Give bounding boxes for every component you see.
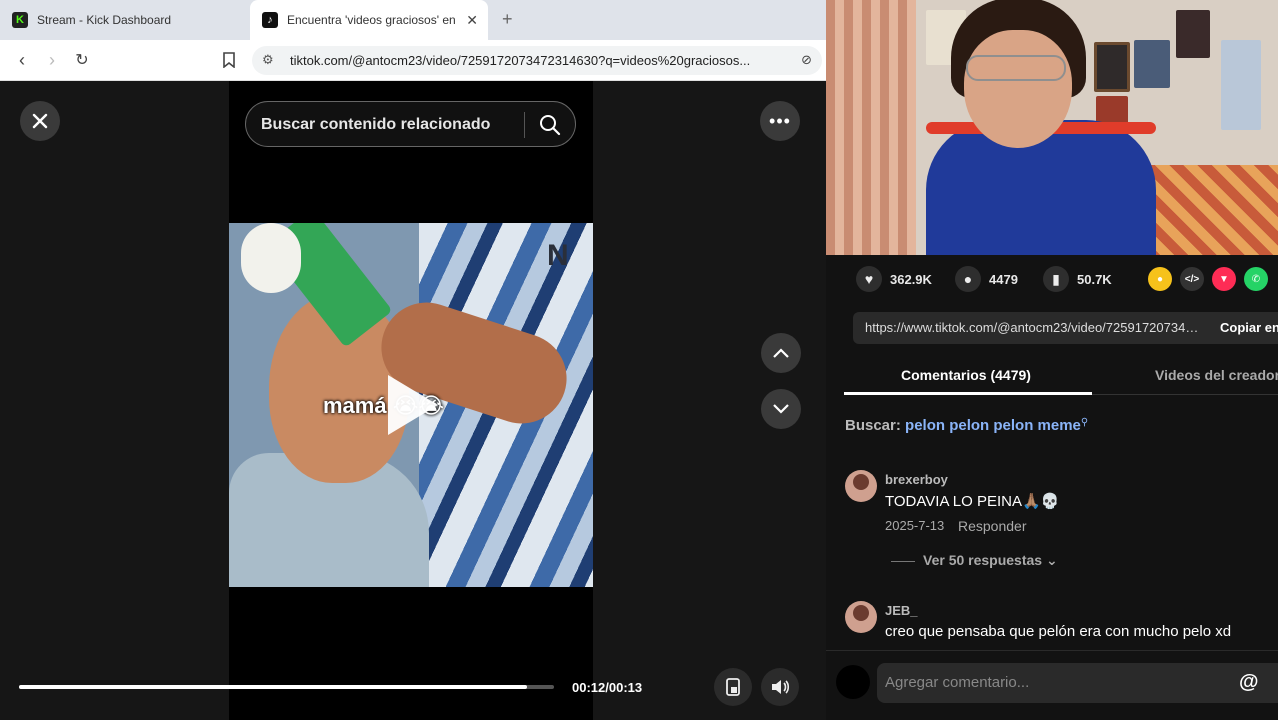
close-icon [32,113,48,129]
frame-bottle [241,223,301,293]
close-video-button[interactable] [20,101,60,141]
heart-icon: ♥ [856,266,882,292]
close-tab-icon[interactable]: ✕ [466,12,478,29]
comment-icon: ● [955,266,981,292]
copy-link-button[interactable]: Copiar enlace [1220,320,1278,335]
related-search-query[interactable]: pelon pelon pelon meme [905,417,1081,434]
reply-button[interactable]: Responder [958,518,1027,534]
previous-video-button[interactable] [761,333,801,373]
back-icon[interactable]: ‹ [11,49,33,71]
extension-icon[interactable]: ⊘ [801,52,812,68]
floating-player-icon [726,678,740,696]
webcam-poster [1094,42,1130,92]
save-stat[interactable]: ▮ 50.7K [1043,266,1112,292]
site-settings-icon[interactable]: ⚙ [262,52,274,68]
floating-player-button[interactable] [714,668,752,706]
play-icon[interactable] [388,375,438,435]
more-options-button[interactable]: ••• [760,101,800,141]
active-tab-underline [844,392,1092,395]
webcam-poster [1134,40,1170,88]
address-bar-row: ‹ › ↻ ⚙ tiktok.com/@antocm23/video/72591… [0,40,826,81]
tab-title: Stream - Kick Dashboard [37,13,172,27]
like-stat[interactable]: ♥ 362.9K [856,266,932,292]
webcam-face [964,30,1072,148]
browser-tab-bar: K Stream - Kick Dashboard ♪ Encuentra 'v… [0,0,826,40]
volume-button[interactable] [761,668,799,706]
comment-text: creo que pensaba que pelón era con mucho… [885,623,1232,640]
search-placeholder: Buscar contenido relacionado [261,116,491,133]
replies-line [891,560,915,562]
forward-icon[interactable]: › [41,49,63,71]
panel-tabs: Comentarios (4479) Videos del creador [844,355,1278,395]
new-tab-icon[interactable]: + [502,9,513,30]
comment-username[interactable]: JEB_ [885,603,918,618]
view-replies-label: Ver 50 respuestas [923,552,1043,568]
search-icon: ⚲ [1080,417,1089,428]
comment-count: 4479 [989,271,1018,287]
webcam-overlay [826,0,1278,255]
tab-creator-videos[interactable]: Videos del creador [1155,367,1278,383]
comment-input-row: Agregar comentario... @ [826,650,1278,720]
comment-username[interactable]: brexerboy [885,472,948,487]
mention-button[interactable]: @ [1239,671,1259,694]
send-icon[interactable]: ▼ [1212,267,1236,291]
next-video-button[interactable] [761,389,801,429]
reload-icon[interactable]: ↻ [71,49,93,71]
view-replies-button[interactable]: Ver 50 respuestas ⌄ [891,552,1058,569]
volume-icon [772,680,790,694]
chevron-down-icon [773,404,789,414]
avatar[interactable] [845,601,877,633]
webcam-curtain [826,0,916,255]
tab-title: Encuentra 'videos graciosos' en TikTok [287,13,457,27]
share-link-box: https://www.tiktok.com/@antocm23/video/7… [853,312,1278,344]
bookmark-icon: ▮ [1043,266,1069,292]
like-count: 362.9K [890,271,932,287]
tab-comments[interactable]: Comentarios (4479) [901,367,1031,383]
tab-kick-dashboard[interactable]: K Stream - Kick Dashboard [0,0,246,40]
related-search-label: Buscar: [845,417,901,434]
bookmark-icon[interactable] [218,49,240,71]
chevron-down-icon: ⌄ [1045,552,1058,568]
share-link-text[interactable]: https://www.tiktok.com/@antocm23/video/7… [865,320,1200,335]
embed-icon[interactable]: </> [1180,267,1204,291]
comment-placeholder: Agregar comentario... [885,674,1030,691]
video-pane: Buscar contenido relacionado ••• N mamá … [0,81,826,720]
url-text: tiktok.com/@antocm23/video/7259172073472… [290,53,751,68]
video-progress-fill [19,685,528,689]
webcam-bed [1146,165,1278,255]
tab-tiktok-search[interactable]: ♪ Encuentra 'videos graciosos' en TikTok… [250,0,488,40]
chevron-up-icon [773,348,789,358]
video-info-panel: ♥ 362.9K ● 4479 ▮ 50.7K ● </> ▼ ✆ https:… [826,255,1278,720]
webcam-poster [1176,10,1210,58]
whatsapp-icon[interactable]: ✆ [1244,267,1268,291]
url-field[interactable]: ⚙ tiktok.com/@antocm23/video/72591720734… [252,46,822,75]
avatar[interactable] [845,470,877,502]
webcam-poster [1221,40,1261,130]
save-count: 50.7K [1077,271,1112,287]
avatar [836,665,870,699]
related-search-bar[interactable]: Buscar contenido relacionado [245,101,576,147]
webcam-glasses [966,55,1066,81]
search-divider [524,112,525,138]
comment-date: 2025-7-13 [885,518,945,533]
video-watermark: N [547,239,569,272]
related-search[interactable]: Buscar: pelon pelon pelon meme⚲ [845,417,1088,434]
comment-stat[interactable]: ● 4479 [955,266,1018,292]
search-icon[interactable] [538,113,562,137]
video-progress-bar[interactable] [19,685,554,689]
kick-logo-icon: K [12,12,28,28]
share-coin-icon[interactable]: ● [1148,267,1172,291]
video-time: 00:12/00:13 [572,680,643,695]
more-icon: ••• [769,110,791,131]
comment-text: TODAVIA LO PEINA🙏🏽💀 [885,493,1060,510]
tiktok-logo-icon: ♪ [262,12,278,28]
